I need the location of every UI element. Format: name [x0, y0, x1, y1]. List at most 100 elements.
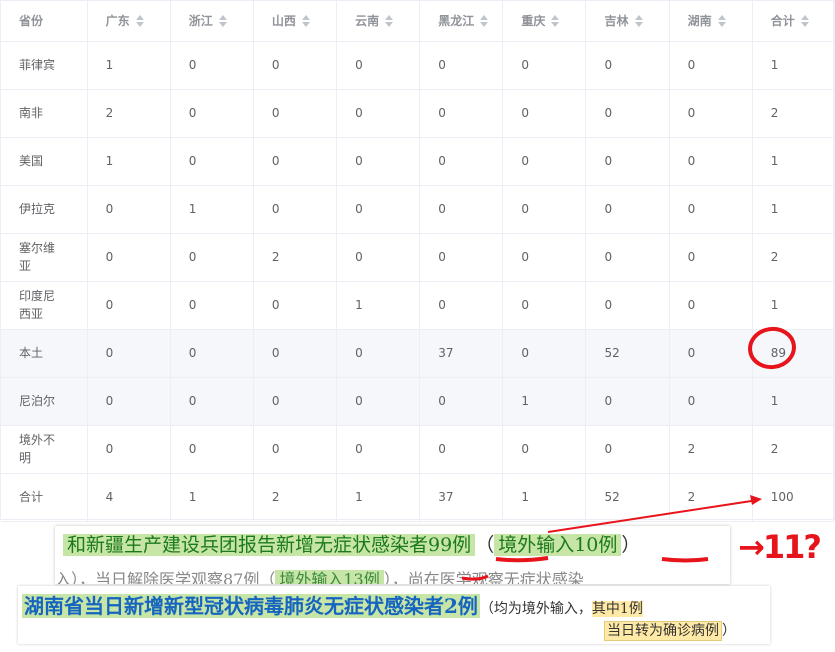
table-cell: 1	[87, 41, 171, 90]
column-header-label: 重庆	[521, 14, 546, 29]
snippet1-line2-pre: 入），当日解除医学观察87例（	[55, 570, 276, 584]
news-snippet-2: 湖南省当日新增新型冠状病毒肺炎无症状感染者2例 （均为境外输入，其中1例 当日转为…	[18, 586, 770, 644]
column-header[interactable]: 吉林	[585, 1, 670, 42]
table-cell: 1	[170, 185, 254, 234]
row-label-cell: 菲律宾	[1, 41, 88, 90]
sort-caret-icon[interactable]	[480, 14, 489, 27]
table-row: 合计 4 1 2 1 37 1 52 2 100	[1, 473, 835, 522]
table-cell: 0	[502, 41, 587, 90]
table-row: 菲律宾 1 0 0 0 0 0 0 0 1	[1, 41, 835, 90]
table-cell: 0	[502, 89, 587, 138]
table-row: 本土 0 0 0 0 37 0 52 0 89	[1, 329, 835, 378]
row-label-cell: 塞尔维亚	[1, 233, 88, 282]
column-header[interactable]: 省份	[1, 1, 88, 42]
table-cell: 2	[669, 425, 753, 474]
table-row: 南非 2 0 0 0 0 0 0 0 2	[1, 89, 835, 138]
snippet2-highlight-1: 其中1例	[591, 601, 643, 617]
table-cell: 0	[585, 185, 670, 234]
snippet2-main-text: 湖南省当日新增新型冠状病毒肺炎无症状感染者2例	[22, 594, 480, 618]
column-header-label: 云南	[355, 14, 380, 29]
table-cell: 0	[87, 233, 171, 282]
table-cell: 0	[336, 41, 421, 90]
news-snippet-1: 和新疆生产建设兵团报告新增无症状感染者99例（境外输入10例） 入），当日解除医…	[55, 526, 730, 584]
table-cell: 0	[502, 185, 587, 234]
column-header[interactable]: 广东	[87, 1, 171, 42]
table-cell: 52	[585, 329, 670, 378]
column-header[interactable]: 云南	[336, 1, 421, 42]
sort-caret-icon[interactable]	[218, 14, 227, 27]
table-cell: 0	[669, 377, 753, 426]
table-cell: 1	[336, 281, 421, 330]
table-cell: 0	[669, 185, 753, 234]
table-header-row: 省份 广东 浙江 山西 云南 黑龙江 重庆 吉林 湖南 合计	[1, 1, 835, 42]
table-cell: 89	[752, 329, 835, 378]
column-header[interactable]: 山西	[253, 1, 338, 42]
table-cell: 0	[170, 41, 254, 90]
sort-caret-icon[interactable]	[551, 14, 560, 27]
table-cell: 0	[669, 89, 753, 138]
table-cell: 0	[87, 329, 171, 378]
table-cell: 0	[170, 89, 254, 138]
table-cell: 1	[752, 185, 835, 234]
table-row: 美国 1 0 0 0 0 0 0 0 1	[1, 137, 835, 186]
table-cell: 0	[253, 41, 338, 90]
snippet2-line1: 湖南省当日新增新型冠状病毒肺炎无症状感染者2例 （均为境外输入，其中1例	[22, 590, 643, 619]
table-cell: 0	[669, 281, 753, 330]
table-cell: 0	[585, 281, 670, 330]
snippet2-line2: 当日转为确诊病例）	[604, 620, 736, 641]
row-label-cell: 本土	[1, 329, 88, 378]
snippet1-paren-close: ）	[621, 534, 641, 556]
table-cell: 0	[502, 281, 587, 330]
table-cell: 0	[336, 425, 421, 474]
table-cell: 0	[585, 137, 670, 186]
table-cell: 0	[336, 185, 421, 234]
table-cell: 0	[253, 137, 338, 186]
table-body: 菲律宾 1 0 0 0 0 0 0 0 1 南非 2 0 0 0 0 0 0 0 2 美国 1 0 0 0 0 0 0 0 1 伊拉克 0 1 0…	[1, 41, 835, 522]
table-row: 塞尔维亚 0 0 2 0 0 0 0 0 2	[1, 233, 835, 282]
table-cell: 0	[585, 89, 670, 138]
table-cell: 0	[170, 377, 254, 426]
table-cell: 0	[170, 425, 254, 474]
table-cell: 4	[87, 473, 171, 522]
table-cell: 2	[752, 233, 835, 282]
table-cell: 0	[170, 233, 254, 282]
data-table: 省份 广东 浙江 山西 云南 黑龙江 重庆 吉林 湖南 合计 菲律宾 1 0 0 0 0 0 0 0 1 南非 2 0 0 0…	[0, 0, 835, 522]
table-cell: 0	[87, 281, 171, 330]
column-header[interactable]: 黑龙江	[419, 1, 504, 42]
table-cell: 0	[419, 137, 504, 186]
table-cell: 0	[336, 89, 421, 138]
sort-caret-icon[interactable]	[301, 14, 310, 27]
table-cell: 0	[170, 281, 254, 330]
table-cell: 0	[170, 137, 254, 186]
column-header[interactable]: 重庆	[502, 1, 587, 42]
table-cell: 0	[419, 185, 504, 234]
table-cell: 0	[502, 425, 587, 474]
column-header-label: 湖南	[687, 14, 712, 29]
snippet1-line2-post: ），尚在医学观察无症状感染	[383, 570, 584, 584]
sort-caret-icon[interactable]	[800, 14, 809, 27]
column-header[interactable]: 湖南	[669, 1, 753, 42]
sort-caret-icon[interactable]	[385, 14, 394, 27]
table-cell: 0	[419, 281, 504, 330]
table-cell: 0	[87, 425, 171, 474]
column-header-label: 吉林	[604, 14, 629, 29]
sort-caret-icon[interactable]	[634, 14, 643, 27]
column-header[interactable]: 合计	[752, 1, 835, 42]
sort-caret-icon[interactable]	[135, 14, 144, 27]
sort-caret-icon[interactable]	[717, 14, 726, 27]
snippet1-line2-highlight: 境外输入13例	[275, 570, 384, 584]
snippet1-line1: 和新疆生产建设兵团报告新增无症状感染者99例（境外输入10例）	[63, 530, 640, 557]
table-cell: 0	[253, 281, 338, 330]
table-cell: 0	[419, 377, 504, 426]
snippet1-paren-open: （	[475, 534, 495, 556]
table-cell: 1	[170, 473, 254, 522]
snippet2-rest: （均为境外输入，	[479, 601, 592, 617]
table-cell: 0	[669, 137, 753, 186]
table-cell: 2	[253, 473, 338, 522]
table-cell: 2	[87, 89, 171, 138]
column-header[interactable]: 浙江	[170, 1, 254, 42]
snippet1-line2: 入），当日解除医学观察87例（ 境外输入13例 ），尚在医学观察无症状感染	[55, 566, 584, 584]
table-cell: 2	[752, 89, 835, 138]
table-cell: 0	[585, 233, 670, 282]
table-row: 尼泊尔 0 0 0 0 0 1 0 0 1	[1, 377, 835, 426]
